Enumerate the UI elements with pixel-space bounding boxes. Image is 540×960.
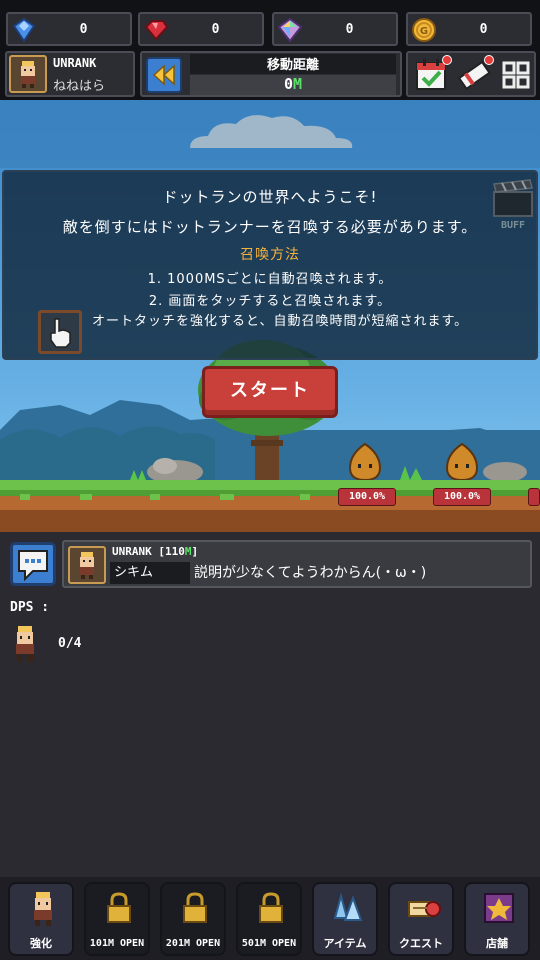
nav-locked-slot[interactable]: 501M OPEN bbox=[236, 882, 302, 956]
chat-button[interactable] bbox=[10, 542, 56, 586]
blue-gem-icon bbox=[12, 17, 36, 43]
chat-bubble-icon bbox=[18, 550, 48, 582]
summon-rule: 2. 画面をタッチすると召喚されます。 bbox=[148, 294, 392, 309]
gold-coin-icon: G bbox=[412, 18, 436, 42]
nav-locked-slot[interactable]: 201M OPEN bbox=[160, 882, 226, 956]
hero-icon bbox=[80, 552, 94, 579]
chat-rank-close: ] bbox=[191, 545, 199, 558]
chat-rank-label: UNRANK bbox=[112, 545, 152, 558]
nav-label: 501M OPEN bbox=[241, 938, 297, 949]
buff-video-button[interactable]: BUFF bbox=[490, 178, 536, 230]
lock-icon bbox=[259, 892, 283, 923]
distance-number: 0 bbox=[283, 75, 293, 93]
unit-count: 0/4 bbox=[58, 636, 82, 651]
avatar bbox=[9, 55, 47, 93]
red-gem-icon bbox=[144, 20, 169, 41]
lock-icon bbox=[107, 892, 131, 923]
red-gem-value: 0 bbox=[211, 22, 221, 37]
rainbow-gem-value: 0 bbox=[345, 22, 355, 37]
hero-icon bbox=[34, 892, 52, 926]
shop-icon bbox=[484, 893, 514, 923]
player-rank: UNRANK bbox=[53, 56, 97, 70]
chestnut-enemy[interactable] bbox=[443, 442, 481, 482]
menu-panel bbox=[406, 51, 536, 97]
double-chevron-left-icon bbox=[152, 64, 175, 86]
summon-rule: 1. 1000MSごとに自動召喚されます。 bbox=[147, 272, 393, 287]
nav-label: クエスト bbox=[399, 937, 443, 950]
chat-rank-distance: [110 bbox=[158, 545, 185, 558]
tutorial-description: 敵を倒すにはドットランナーを召喚する必要があります。 bbox=[62, 218, 478, 236]
nav-items[interactable]: アイテム bbox=[312, 882, 378, 956]
chat-message-text: 説明が少なくてようわからん(・ω・) bbox=[194, 565, 427, 581]
nav-label: アイテム bbox=[323, 937, 367, 950]
distance-unit: M bbox=[293, 75, 303, 93]
daily-checkin-button[interactable] bbox=[414, 55, 452, 93]
blue-gem-counter: 0 bbox=[6, 12, 132, 46]
coupon-button[interactable] bbox=[456, 55, 494, 93]
nav-shop[interactable]: 店舗 bbox=[464, 882, 530, 956]
player-profile[interactable]: UNRANK ねねはら bbox=[5, 51, 135, 97]
tutorial-panel: ドットランの世界へようこそ! 敵を倒すにはドットランナーを召喚する必要があります… bbox=[2, 170, 538, 360]
enemy-hp-badge-partial bbox=[528, 488, 540, 506]
red-gem-counter: 0 bbox=[138, 12, 264, 46]
pointing-hand-icon bbox=[50, 318, 71, 348]
cloud-icon bbox=[190, 115, 353, 148]
distance-value: 0M bbox=[190, 75, 396, 95]
status-row: UNRANK ねねはら 移動距離 0M bbox=[0, 50, 540, 100]
svg-text:G: G bbox=[420, 26, 428, 37]
nav-label: 店舗 bbox=[486, 937, 508, 950]
nav-label: 101M OPEN bbox=[89, 938, 145, 949]
enemy-hp-badge: 100.0% bbox=[433, 488, 491, 506]
chat-rank-unit: M bbox=[184, 545, 192, 558]
player-name: ねねはら bbox=[53, 79, 106, 94]
latest-chat-message[interactable]: UNRANK [110M] シキム 説明が少なくてようわからん(・ω・) bbox=[62, 540, 532, 588]
chat-username: シキム bbox=[110, 562, 190, 584]
gold-coin-value: 0 bbox=[479, 22, 489, 37]
blue-gem-value: 0 bbox=[79, 22, 89, 37]
notification-dot bbox=[442, 55, 452, 65]
distance-panel: 移動距離 0M bbox=[140, 51, 402, 97]
lock-icon bbox=[183, 892, 207, 923]
rainbow-gem-icon bbox=[277, 17, 303, 43]
tutorial-title: ドットランの世界へようこそ! bbox=[162, 188, 378, 206]
nav-label: 201M OPEN bbox=[165, 938, 221, 949]
rainbow-gem-counter: 0 bbox=[272, 12, 398, 46]
scroll-icon bbox=[408, 901, 441, 917]
buff-label: BUFF bbox=[501, 220, 525, 230]
rewind-button[interactable] bbox=[146, 57, 182, 93]
grid-menu-icon bbox=[502, 61, 530, 89]
nav-quests[interactable]: クエスト bbox=[388, 882, 454, 956]
auto-touch-upgrade-button[interactable] bbox=[38, 310, 82, 354]
chestnut-enemy[interactable] bbox=[346, 442, 384, 482]
chat-rank: UNRANK [110M] bbox=[112, 545, 198, 558]
distance-label: 移動距離 bbox=[190, 54, 396, 74]
notification-dot bbox=[484, 55, 494, 65]
nav-upgrade[interactable]: 強化 bbox=[8, 882, 74, 956]
runner-unit-icon bbox=[16, 626, 34, 662]
summon-heading: 召喚方法 bbox=[240, 247, 300, 263]
hero-icon bbox=[21, 61, 35, 88]
nav-locked-slot[interactable]: 101M OPEN bbox=[84, 882, 150, 956]
main-menu-button[interactable] bbox=[498, 57, 534, 93]
gold-coin-counter: G 0 bbox=[406, 12, 532, 46]
enemy-hp-badge: 100.0% bbox=[338, 488, 396, 506]
start-button[interactable]: スタート bbox=[202, 366, 338, 418]
avatar bbox=[68, 546, 106, 584]
bottom-nav: 強化 101M OPEN 201M OPEN 501M OPEN アイテム クエ… bbox=[0, 877, 540, 960]
dps-label: DPS : bbox=[10, 600, 50, 615]
currency-bar: 0 0 0 G 0 bbox=[0, 0, 540, 50]
crystal-icon bbox=[333, 892, 363, 921]
nav-label: 強化 bbox=[30, 937, 52, 950]
auto-touch-hint: オートタッチを強化すると、自動召喚時間が短縮されます。 bbox=[92, 314, 469, 329]
